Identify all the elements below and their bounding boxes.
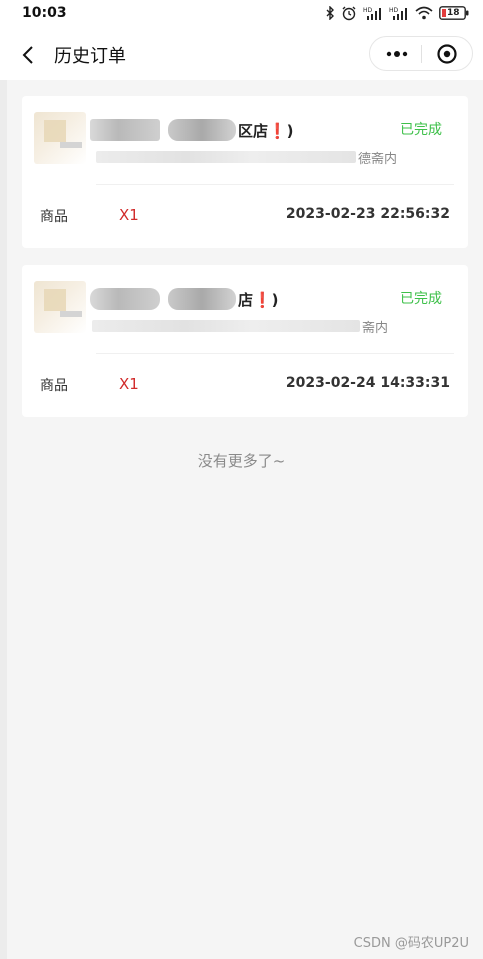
shop-name: 区店❗) xyxy=(90,118,294,142)
shop-name-suffix: 店❗) xyxy=(238,290,279,309)
goods-quantity: X1 xyxy=(119,375,139,393)
wifi-icon xyxy=(415,6,433,20)
shop-thumbnail xyxy=(34,112,86,164)
back-button[interactable] xyxy=(14,40,44,70)
address-suffix: 斋内 xyxy=(362,320,389,336)
order-time: 2023-02-24 14:33:31 xyxy=(285,375,450,391)
watermark: CSDN @码农UP2U xyxy=(353,936,469,951)
order-card-header: 店❗) 已完成 斋内 xyxy=(22,265,468,353)
shop-address: 德斋内 xyxy=(96,150,398,167)
chevron-left-icon xyxy=(22,46,33,64)
shop-address: 斋内 xyxy=(92,319,389,336)
order-time: 2023-02-23 22:56:32 xyxy=(285,206,450,222)
signal-hd-icon: HD xyxy=(363,6,383,20)
capsule-divider xyxy=(421,45,422,63)
status-icons: HD HD 18 xyxy=(325,5,469,21)
bluetooth-icon xyxy=(325,6,335,20)
close-mini-program-button[interactable] xyxy=(436,43,458,65)
battery-level: 18 xyxy=(447,8,460,18)
status-time: 10:03 xyxy=(22,5,67,21)
goods-label: 商品 xyxy=(40,209,68,225)
order-card-header: 区店❗) 已完成 德斋内 xyxy=(22,96,468,184)
redacted-text xyxy=(168,288,236,310)
redacted-text xyxy=(92,320,360,332)
order-card-footer: 商品 X1 2023-02-24 14:33:31 xyxy=(22,353,468,417)
signal-hd-icon: HD xyxy=(389,6,409,20)
svg-text:HD: HD xyxy=(389,7,399,14)
shop-thumbnail xyxy=(34,281,86,333)
order-card[interactable]: 店❗) 已完成 斋内 商品 X1 2023-02-24 14:33:31 xyxy=(22,265,468,417)
shop-name: 店❗) xyxy=(90,287,279,311)
left-edge xyxy=(0,80,7,959)
redacted-text xyxy=(168,119,236,141)
more-dots-icon xyxy=(386,51,408,57)
address-suffix: 德斋内 xyxy=(358,151,398,167)
redacted-text xyxy=(96,151,356,163)
goods-label: 商品 xyxy=(40,378,68,394)
no-more-text: 没有更多了~ xyxy=(197,452,286,470)
target-icon xyxy=(437,44,457,64)
order-status: 已完成 xyxy=(400,291,442,307)
status-bar: 10:03 HD HD 18 xyxy=(0,0,483,28)
shop-name-suffix: 区店❗) xyxy=(238,121,294,140)
mini-program-capsule xyxy=(369,36,473,71)
goods-quantity: X1 xyxy=(119,206,139,224)
order-card-footer: 商品 X1 2023-02-23 22:56:32 xyxy=(22,184,468,248)
order-card[interactable]: 区店❗) 已完成 德斋内 商品 X1 2023-02-23 22:56:32 xyxy=(22,96,468,248)
nav-bar: 历史订单 xyxy=(0,28,483,80)
redacted-text xyxy=(90,119,160,141)
more-button[interactable] xyxy=(384,45,410,63)
redacted-text xyxy=(90,288,160,310)
order-status: 已完成 xyxy=(400,122,442,138)
battery-icon: 18 xyxy=(439,6,469,20)
svg-text:HD: HD xyxy=(363,7,373,14)
alarm-icon xyxy=(341,5,357,21)
page-title: 历史订单 xyxy=(54,46,126,67)
